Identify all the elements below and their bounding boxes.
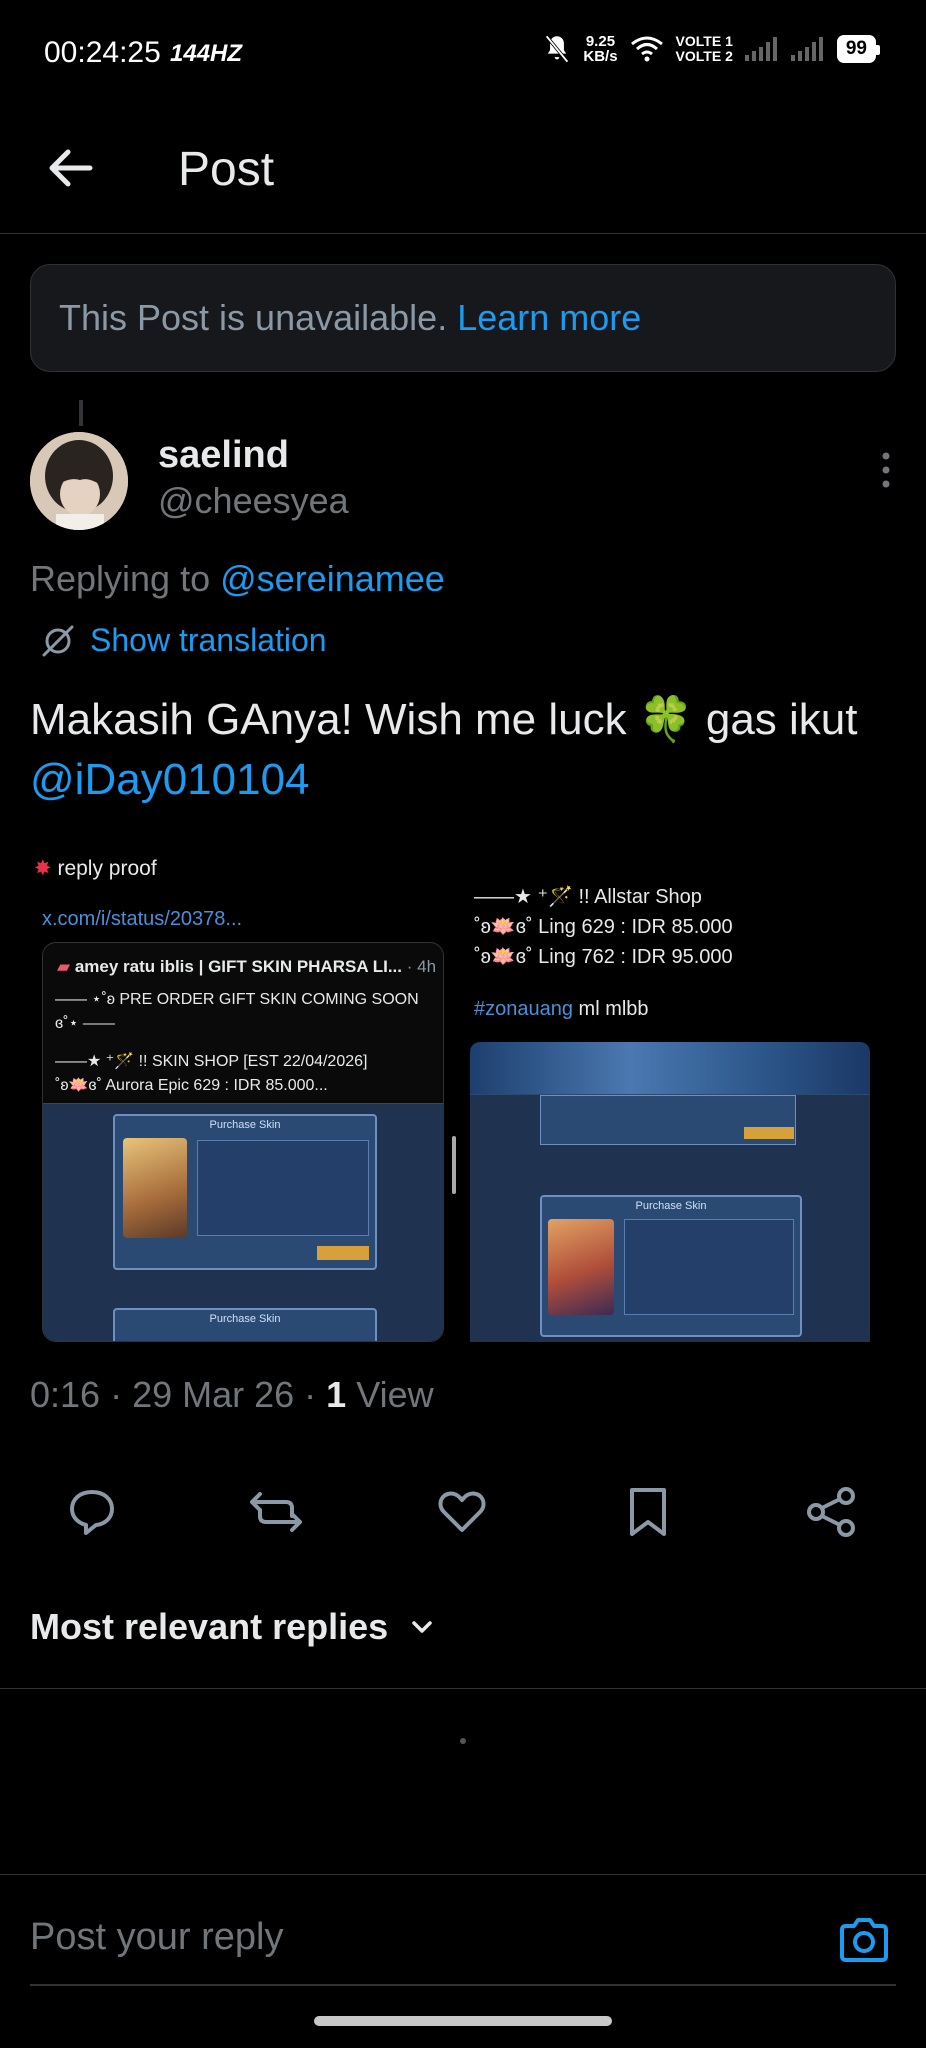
hashtag-tags: ml mlbb <box>578 998 649 1020</box>
status-link: x.com/i/status/20378... <box>42 908 243 930</box>
reply-icon[interactable] <box>64 1484 120 1540</box>
quote-line-1: —— ⋆˚ʚ PRE ORDER GIFT SKIN COMING SOON <box>55 991 419 1008</box>
status-bar: 00:24:25 144HZ 9.25 KB/s VOLTE 1 VOLTE 2 <box>0 0 926 110</box>
back-arrow-icon[interactable] <box>44 140 100 196</box>
action-bar <box>0 1476 926 1546</box>
status-time: 00:24:25 <box>44 36 161 69</box>
translate-icon <box>42 625 74 656</box>
display-name[interactable]: saelind <box>158 434 289 477</box>
buy-button-graphic <box>744 1127 794 1139</box>
page-title: Post <box>178 143 275 196</box>
replying-to: Replying to @sereinamee <box>30 558 445 600</box>
shop-line-3: ˚ʚ🪷ɞ˚ Ling 762 : IDR 95.000 <box>474 946 733 968</box>
net-speed: 9.25 KB/s <box>583 34 617 64</box>
hero-art-right <box>548 1219 614 1315</box>
replies-sort-label: Most relevant replies <box>30 1606 389 1647</box>
bookmark-icon[interactable] <box>620 1484 676 1540</box>
hashtag: #zonauang <box>474 998 573 1020</box>
quote-header: ▰ amey ratu iblis | GIFT SKIN PHARSA LI.… <box>57 957 436 977</box>
post-time: 0:16 <box>30 1374 101 1415</box>
hashtag-line: #zonauang ml mlbb <box>474 998 649 1021</box>
divider <box>0 1688 926 1689</box>
avatar-image <box>30 432 128 530</box>
quote-author: amey ratu iblis | GIFT SKIN PHARSA LI... <box>74 957 402 976</box>
unavailable-notice: This Post is unavailable. Learn more <box>30 264 896 372</box>
post-text: Makasih GAnya! Wish me luck 🍀 gas ikut @… <box>30 690 900 810</box>
chevron-down-icon <box>412 1621 432 1633</box>
replies-sort-button[interactable]: Most relevant replies <box>30 1606 436 1648</box>
show-translation-button[interactable]: Show translation <box>40 622 327 659</box>
net-speed-value: 9.25 <box>585 33 616 50</box>
shop-line-2: ˚ʚ🪷ɞ˚ Ling 629 : IDR 85.000 <box>474 916 733 938</box>
user-handle[interactable]: @cheesyea <box>158 480 349 522</box>
dialog-title-2: Purchase Skin <box>209 1313 281 1325</box>
wifi-icon <box>630 36 663 62</box>
view-label: View <box>356 1374 434 1415</box>
allstar-banner <box>470 1042 870 1094</box>
mute-bell-icon <box>545 35 570 63</box>
camera-icon[interactable] <box>836 1912 892 1968</box>
quote-line-4: ˚ʚ🪷ɞ˚ Aurora Epic 629 : IDR 85.000... <box>55 1077 328 1094</box>
learn-more-link[interactable]: Learn more <box>457 297 641 338</box>
thread-line <box>79 400 83 426</box>
battery-indicator: 99 <box>836 35 881 63</box>
share-icon[interactable] <box>804 1484 860 1540</box>
reply-proof-text: reply proof <box>57 857 157 880</box>
media-image-right[interactable]: ——★ ⁺🪄 !! Allstar Shop ˚ʚ🪷ɞ˚ Ling 629 : … <box>470 846 896 1342</box>
avatar[interactable] <box>30 432 128 530</box>
show-translation-label: Show translation <box>90 622 327 658</box>
media-scroll-handle <box>452 1136 456 1194</box>
loading-dot <box>460 1738 466 1744</box>
skin-overview-panel-right <box>624 1219 794 1315</box>
hero-art <box>123 1138 187 1238</box>
book-icon: ▰ <box>57 957 71 976</box>
replying-handle-link[interactable]: @sereinamee <box>220 558 445 599</box>
reply-input[interactable]: Post your reply <box>30 1916 283 1959</box>
purchase-dialog: Purchase Skin <box>113 1114 377 1270</box>
quote-time: · 4h <box>406 957 437 976</box>
signal-1-icon <box>744 37 777 61</box>
skin-overview-panel <box>197 1140 369 1236</box>
game-screenshot: Purchase Skin Purchase Skin <box>43 1103 443 1341</box>
reply-proof-label: ✸ reply proof <box>34 856 157 881</box>
quote-line-3: ——★ ⁺🪄 !! SKIN SHOP [EST 22/04/2026] <box>55 1053 368 1070</box>
sparkle-icon: ✸ <box>34 857 52 880</box>
dialog-title: Purchase Skin <box>209 1119 281 1131</box>
refresh-rate: 144HZ <box>170 40 243 67</box>
network-labels: VOLTE 1 VOLTE 2 <box>676 34 733 64</box>
purchase-dialog-right: Purchase Skin <box>540 1195 802 1337</box>
view-count: 1 <box>326 1374 347 1415</box>
post-body: Makasih GAnya! Wish me luck 🍀 gas ikut <box>30 695 858 744</box>
divider-2 <box>0 1874 926 1875</box>
quoted-post-card: ▰ amey ratu iblis | GIFT SKIN PHARSA LI.… <box>42 942 444 1342</box>
post-mention-link[interactable]: @iDay010104 <box>30 755 310 804</box>
purchase-dialog-2: Purchase Skin <box>113 1308 377 1341</box>
more-options-icon[interactable] <box>876 450 896 490</box>
network-2: VOLTE 2 <box>675 48 733 64</box>
post-media[interactable]: ✸ reply proof x.com/i/status/20378... ▰ … <box>30 846 896 1342</box>
replying-prefix: Replying to <box>30 558 211 599</box>
post-timestamp: 0:16 · 29 Mar 26 · 1 View <box>30 1374 434 1415</box>
status-icons: 9.25 KB/s VOLTE 1 VOLTE 2 99 <box>543 34 881 64</box>
media-image-left[interactable]: ✸ reply proof x.com/i/status/20378... ▰ … <box>30 846 456 1342</box>
notice-text: This Post is unavailable. <box>59 297 448 338</box>
quote-line-2: ɞ˚⋆ —— <box>55 1015 115 1032</box>
shop-line-1: ——★ ⁺🪄 !! Allstar Shop <box>474 886 702 908</box>
purchase-button-graphic <box>317 1246 369 1260</box>
network-1: VOLTE 1 <box>675 33 733 49</box>
like-heart-icon[interactable] <box>434 1484 490 1540</box>
top-bar: Post <box>0 110 926 234</box>
net-speed-unit: KB/s <box>583 48 618 65</box>
home-indicator[interactable] <box>314 2016 612 2026</box>
game-screenshot-right: Purchase Skin <box>470 1094 870 1342</box>
dialog-title-right: Purchase Skin <box>635 1200 707 1212</box>
post-date: 29 Mar 26 <box>132 1374 295 1415</box>
repost-icon[interactable] <box>248 1484 304 1540</box>
input-underline <box>30 1984 896 1986</box>
signal-2-icon <box>790 37 823 61</box>
